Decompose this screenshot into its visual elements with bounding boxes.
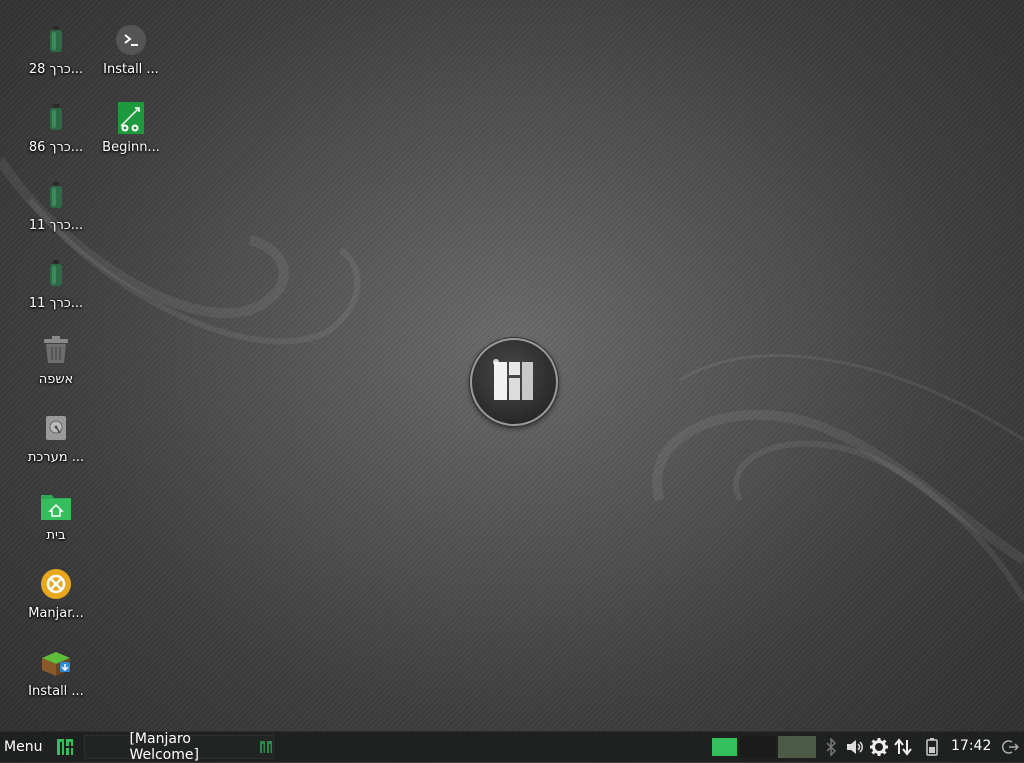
volume-icon[interactable] — [845, 738, 865, 756]
desktop-icon-volume-11b[interactable]: כרך 11... — [18, 256, 94, 311]
home-folder-icon — [38, 488, 74, 524]
desktop-icon-manjaro-welcome[interactable]: Manjar... — [18, 566, 94, 621]
manjaro-window-icon — [259, 740, 273, 754]
workspace-3-active[interactable] — [778, 736, 816, 758]
desktop-icon-label: Beginn... — [102, 140, 160, 155]
network-transfer-icon[interactable] — [894, 738, 912, 756]
bluetooth-icon[interactable] — [822, 738, 840, 756]
usb-drive-icon — [38, 256, 74, 292]
manjaro-menu-icon[interactable] — [56, 738, 74, 756]
clock[interactable]: 17:42 — [951, 738, 991, 754]
battery-icon[interactable] — [923, 738, 941, 756]
desktop-icon-volume-86[interactable]: כרך 86... — [18, 100, 94, 155]
manjaro-logo-icon — [493, 359, 533, 400]
workspace-2[interactable] — [740, 736, 776, 758]
manjaro-welcome-icon — [38, 566, 74, 602]
window-title: [Manjaro Welcome] — [129, 731, 199, 763]
beginner-guide-icon — [113, 100, 149, 136]
desktop-icon-install-package[interactable]: Install ... — [18, 644, 94, 699]
usb-drive-icon — [38, 100, 74, 136]
desktop-icon-install-terminal[interactable]: Install ... — [93, 22, 169, 77]
desktop-icon-volume-28[interactable]: כרך 28... — [18, 22, 94, 77]
desktop-icon-label: בית — [46, 528, 66, 543]
desktop-icon-label: כרך 86... — [28, 140, 84, 155]
package-install-icon — [38, 644, 74, 680]
desktop-icon-beginner-guide[interactable]: Beginn... — [93, 100, 169, 155]
settings-gear-icon[interactable] — [870, 738, 888, 756]
desktop-icon-label: מערכת ... — [27, 450, 85, 465]
trash-icon — [38, 332, 74, 368]
filesystem-icon — [38, 410, 74, 446]
desktop-icon-label: כרך 11... — [28, 218, 84, 233]
terminal-icon — [113, 22, 149, 58]
desktop-icon-label: Manjar... — [28, 606, 84, 621]
desktop-icon-volume-11a[interactable]: כרך 11... — [18, 178, 94, 233]
usb-drive-icon — [38, 178, 74, 214]
usb-drive-icon — [38, 22, 74, 58]
desktop-icon-label: Install ... — [28, 684, 84, 699]
menu-button[interactable]: Menu — [0, 739, 48, 755]
window-button-manjaro-welcome[interactable]: [Manjaro Welcome] — [84, 731, 275, 763]
logout-icon[interactable] — [1001, 738, 1019, 756]
desktop-icon-label: Install ... — [103, 62, 159, 77]
desktop-icon-label: אשפה — [38, 372, 74, 387]
desktop-icon-label: כרך 11... — [28, 296, 84, 311]
workspace-1[interactable] — [712, 738, 737, 756]
desktop-icon-trash[interactable]: אשפה — [18, 332, 94, 387]
desktop-icon-label: כרך 28... — [28, 62, 84, 77]
desktop-icon-filesystem[interactable]: מערכת ... — [18, 410, 94, 465]
desktop-icon-home[interactable]: בית — [18, 488, 94, 543]
manjaro-logo — [470, 338, 558, 426]
